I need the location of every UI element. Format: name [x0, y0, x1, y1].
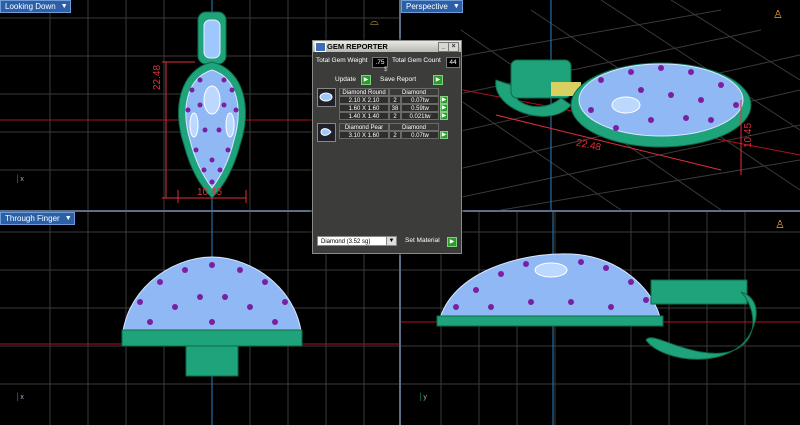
axis-gizmo: │x [16, 394, 24, 401]
close-icon[interactable]: × [448, 42, 459, 52]
gem-group-material: Diamond [389, 88, 439, 96]
ring-orientation-icon: ♙ [775, 219, 785, 231]
totals-row: Total Gem Weight .75 Total Gem Count 44 [316, 56, 460, 68]
viewport-label-through-finger[interactable]: Through Finger ▼ [0, 212, 75, 225]
set-material-button[interactable]: Set Material [405, 236, 440, 246]
gem-weight-cell: 0.021tw [401, 112, 439, 120]
gem-group-round: Diamond Round Diamond 2.10 X 2.10 2 0.07… [317, 88, 457, 122]
chevron-down-icon: ▼ [64, 215, 72, 222]
chevron-down-icon: ▼ [452, 3, 460, 10]
gem-row-arrow-icon[interactable]: ▶ [440, 96, 448, 104]
gem-count-cell: 2 [389, 112, 401, 120]
panel-titlebar[interactable]: GEM REPORTER _ × [313, 41, 461, 52]
update-label: Update [335, 76, 356, 83]
round-diamond-icon [317, 88, 336, 107]
dimension-vertical-label: 22.48 [152, 64, 163, 90]
dollar-marker: $ [384, 67, 388, 73]
ring-orientation-icon: ♙ [773, 9, 783, 21]
gem-row-arrow-icon[interactable]: ▶ [440, 104, 448, 112]
set-material-label: Set Material [405, 237, 440, 244]
gem-count-cell: 38 [389, 104, 401, 112]
viewport-label-perspective[interactable]: Perspective ▼ [401, 0, 463, 13]
gem-reporter-icon [315, 42, 326, 52]
gem-group-material: Diamond [389, 123, 439, 131]
save-report-arrow-icon[interactable]: ▶ [433, 75, 443, 85]
material-select[interactable]: Diamond (3.52 sg) ▼ [317, 236, 397, 246]
update-button[interactable]: Update [335, 75, 356, 85]
axis-gizmo: │y [419, 394, 427, 401]
save-report-label: Save Report [380, 76, 417, 83]
viewport-label-looking-down[interactable]: Looking Down ▼ [0, 0, 71, 13]
gem-group-name: Diamond Pear [339, 123, 389, 131]
total-weight-label: Total Gem Weight [316, 57, 368, 64]
material-select-value: Diamond (3.52 sg) [321, 239, 371, 245]
gem-size-cell: 1.40 X 1.40 [339, 112, 389, 120]
axis-x-label: x [20, 176, 24, 183]
viewport-label-text: Perspective [406, 2, 448, 11]
gem-weight-cell: 0.07tw [401, 96, 439, 104]
material-row: Diamond (3.52 sg) ▼ Set Material ▶ [317, 236, 457, 248]
gem-row-arrow-icon[interactable]: ▶ [440, 131, 448, 139]
gem-group-pear: Diamond Pear Diamond 3.10 X 1.60 2 0.07t… [317, 123, 457, 142]
gem-count-cell: 2 [389, 96, 401, 104]
axis-gizmo: │x [16, 176, 24, 183]
total-count-label: Total Gem Count [392, 57, 441, 64]
gem-size-cell: 1.60 X 1.60 [339, 104, 389, 112]
chevron-down-icon: ▼ [60, 3, 68, 10]
save-report-button[interactable]: Save Report [380, 75, 416, 85]
gem-group-name: Diamond Round [339, 88, 389, 96]
gem-weight-cell: 0.07tw [401, 131, 439, 139]
gem-size-cell: 2.10 X 2.10 [339, 96, 389, 104]
viewport-label-text: Through Finger [5, 214, 60, 223]
ring-front-view [121, 256, 303, 377]
dimension-width-label: 10.45 [743, 122, 754, 148]
gem-size-cell: 3.10 X 1.60 [339, 131, 389, 139]
dimension-horizontal-label: 10.45 [197, 187, 223, 198]
axis-y-label: y [423, 394, 427, 401]
panel-title: GEM REPORTER [327, 42, 388, 51]
axis-x-label: x [20, 394, 24, 401]
chevron-down-icon: ▼ [386, 237, 396, 245]
viewport-label-text: Looking Down [5, 2, 56, 11]
gem-reporter-panel: GEM REPORTER _ × Total Gem Weight .75 To… [312, 40, 462, 254]
gem-row-arrow-icon[interactable]: ▶ [440, 112, 448, 120]
gem-weight-cell: 0.59tw [401, 104, 439, 112]
ring-orientation-icon: ⌓ [370, 16, 379, 28]
pear-diamond-icon [317, 123, 336, 142]
set-material-arrow-icon[interactable]: ▶ [447, 237, 457, 247]
total-count-value: 44 [446, 57, 460, 68]
gem-count-cell: 2 [389, 131, 401, 139]
update-arrow-icon[interactable]: ▶ [361, 75, 371, 85]
